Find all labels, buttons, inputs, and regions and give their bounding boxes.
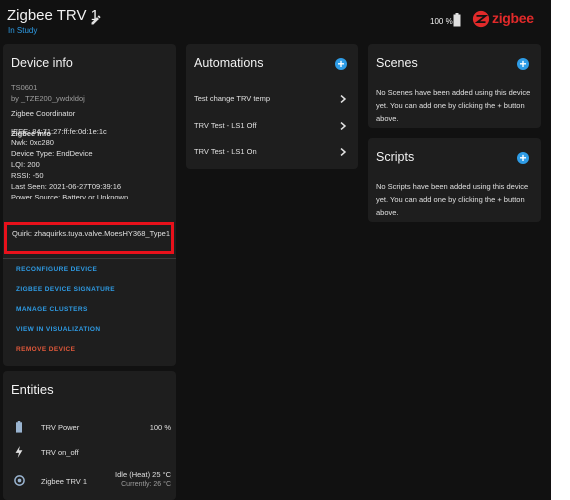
scripts-title: Scripts — [376, 150, 415, 164]
entity-row-zigbee-trv[interactable]: Zigbee TRV 1 Idle (Heat) 25 °C Currently… — [3, 467, 179, 495]
entities-card: Entities TRV Power 100 % TRV on_off Zigb… — [3, 371, 176, 500]
entity-name: TRV Power — [41, 423, 80, 432]
battery-level: 100 % — [430, 17, 453, 26]
device-title: Zigbee TRV 1 — [7, 7, 99, 24]
entity-value: 100 % — [149, 423, 171, 432]
info-power-source: Power Source: Battery or Unknown — [11, 193, 129, 199]
device-via: Zigbee Coordinator — [11, 109, 76, 118]
card-divider — [3, 258, 176, 259]
entities-title: Entities — [11, 382, 54, 397]
area-link[interactable]: In Study — [8, 26, 37, 35]
automation-item[interactable]: Test change TRV temp — [194, 94, 270, 103]
automations-card: Automations + Test change TRV temp TRV T… — [186, 44, 358, 169]
info-device-type: Device Type: EndDevice — [11, 149, 93, 158]
entity-current: Currently: 26 °C — [121, 481, 171, 488]
info-ieee: IEEE: 84:71:27:ff:fe:0d:1e:1c — [11, 127, 107, 136]
reconfigure-device-button[interactable]: RECONFIGURE DEVICE — [16, 266, 97, 273]
entity-row-trv-on-off[interactable]: TRV on_off — [3, 442, 179, 462]
chevron-right-icon[interactable] — [339, 95, 347, 103]
info-last-seen: Last Seen: 2021-06-27T09:39:16 — [11, 182, 122, 191]
zigbee-device-signature-button[interactable]: ZIGBEE DEVICE SIGNATURE — [16, 286, 115, 293]
chevron-right-icon[interactable] — [339, 122, 347, 130]
device-info-title: Device info — [11, 56, 73, 70]
battery-icon — [453, 13, 461, 27]
entity-row-trv-power[interactable]: TRV Power 100 % — [3, 417, 179, 437]
chevron-right-icon[interactable] — [339, 148, 347, 156]
scenes-empty-text: No Scenes have been added using this dev… — [376, 88, 531, 123]
scripts-card: Scripts + No Scripts have been added usi… — [368, 138, 541, 222]
device-info-card: Device info TS0601 by _TZE200_ywdxldoj Z… — [3, 44, 176, 366]
page-header: Zigbee TRV 1 In Study 100 % zigbee — [0, 0, 551, 40]
thermostat-icon — [14, 475, 25, 486]
add-scene-icon[interactable]: + — [517, 58, 529, 70]
scenes-card: Scenes + No Scenes have been added using… — [368, 44, 541, 128]
pencil-icon[interactable] — [90, 14, 102, 26]
info-lqi: LQI: 200 — [11, 160, 40, 169]
manage-clusters-button[interactable]: MANAGE CLUSTERS — [16, 306, 88, 313]
add-automation-icon[interactable]: + — [335, 58, 347, 70]
zigbee-info-list: IEEE: 84:71:27:ff:fe:0d:1e:1c Nwk: 0xc28… — [11, 126, 171, 199]
entity-name: TRV on_off — [41, 448, 79, 457]
flash-icon — [15, 446, 23, 458]
add-script-icon[interactable]: + — [517, 152, 529, 164]
quirk-highlight: Quirk: zhaquirks.tuya.valve.MoesHY368_Ty… — [4, 222, 174, 254]
zigbee-logo-icon — [472, 10, 490, 28]
automations-title: Automations — [194, 56, 264, 70]
info-nwk: Nwk: 0xc280 — [11, 138, 54, 147]
device-model: TS0601 — [11, 83, 38, 92]
scripts-empty-text: No Scripts have been added using this de… — [376, 182, 529, 217]
battery-icon — [16, 421, 22, 433]
view-visualization-button[interactable]: VIEW IN VISUALIZATION — [16, 326, 100, 333]
entity-name: Zigbee TRV 1 — [41, 477, 87, 486]
device-manufacturer: by _TZE200_ywdxldoj — [11, 94, 85, 103]
zigbee-brand: zigbee — [492, 10, 534, 26]
entity-state: Idle (Heat) 25 °C — [115, 470, 171, 479]
info-rssi: RSSI: -50 — [11, 171, 44, 180]
remove-device-button[interactable]: REMOVE DEVICE — [16, 346, 75, 353]
automation-item[interactable]: TRV Test - LS1 On — [194, 147, 257, 156]
app-window: Zigbee TRV 1 In Study 100 % zigbee Devic… — [0, 0, 551, 500]
quirk-text: Quirk: zhaquirks.tuya.valve.MoesHY368_Ty… — [12, 229, 170, 238]
scenes-title: Scenes — [376, 56, 418, 70]
automation-item[interactable]: TRV Test - LS1 Off — [194, 121, 257, 130]
